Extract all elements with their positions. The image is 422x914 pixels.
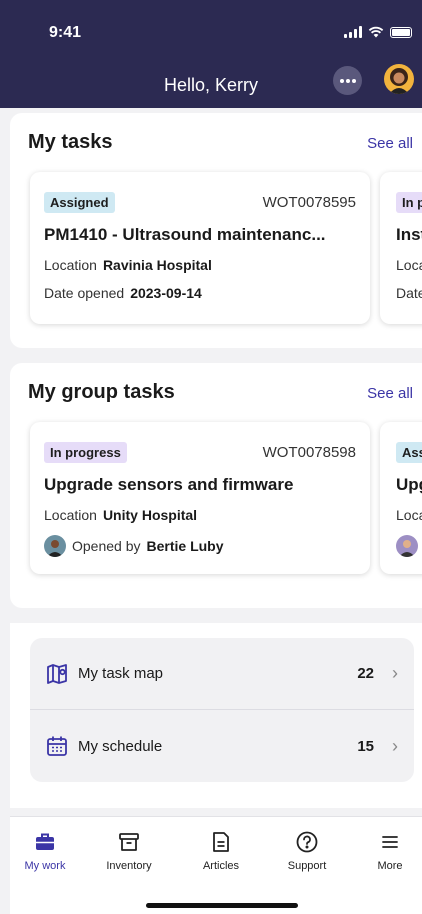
link-label: My schedule [78,737,163,755]
briefcase-icon [36,833,54,850]
link-count: 22 [357,665,374,682]
group-task-card-partial[interactable]: Ass Upg Loca [380,422,422,574]
chevron-right-icon: › [392,663,398,683]
person-avatar-icon [389,68,409,94]
date-label: Date [396,285,422,301]
see-all-link[interactable]: See all [367,385,413,402]
tab-label: Inventory [106,860,152,872]
status-badge: Assigned [44,192,115,213]
date-value: 2023-09-14 [130,285,202,301]
location-value: Ravinia Hospital [102,257,212,273]
tab-inventory[interactable]: Inventory [94,831,164,872]
person-avatar-icon [47,540,63,557]
user-avatar[interactable] [384,64,414,94]
dot-icon [339,78,344,83]
opener-avatar [396,535,418,557]
opened-by-value: Bertie Luby [146,538,224,554]
tab-my-work[interactable]: My work [10,831,80,872]
task-title: Inst [396,225,422,244]
date-label: Date opened [44,285,125,301]
opened-by-label: Opened by [72,538,141,554]
see-all-link[interactable]: See all [367,135,413,152]
group-task-card[interactable]: In progress WOT0078598 Upgrade sensors a… [30,422,370,574]
calendar-icon [47,736,67,756]
my-tasks-section: My tasks See all Assigned WOT0078595 PM1… [10,113,422,348]
link-count: 15 [357,737,374,755]
map-icon [47,663,67,684]
status-time: 9:41 [49,24,82,41]
tab-articles[interactable]: Articles [186,831,256,872]
location-label: Location [44,507,97,523]
hamburger-menu-icon [382,836,398,848]
signal-icon [344,26,362,38]
location-label: Location [44,257,97,273]
opener-avatar [44,535,66,557]
work-order-number: WOT0078595 [262,194,356,211]
location-label: Loca [396,507,422,523]
wifi-icon [368,26,384,38]
bottom-tab-bar: My work Inventory Articles Support More [10,816,422,914]
task-location: Location Unity Hospital [44,507,356,523]
app-header: 9:41 Hello, Kerry [0,0,422,108]
tab-label: Articles [202,860,240,872]
battery-icon [390,26,412,38]
tab-support[interactable]: Support [272,831,342,872]
status-badge: Ass [396,442,422,463]
task-card[interactable]: Assigned WOT0078595 PM1410 - Ultrasound … [30,172,370,324]
tab-label: Support [287,860,327,872]
task-title: PM1410 - Ultrasound maintenanc... [44,225,326,244]
location-value: Unity Hospital [102,507,198,523]
group-tasks-section: My group tasks See all In progress WOT00… [10,363,422,608]
more-options-button[interactable] [333,66,362,95]
status-badge: In p [396,192,422,213]
archive-box-icon [119,833,139,851]
task-title: Upg [396,475,422,494]
quick-links-panel: My task map 22 › My schedule 15 › [30,638,414,782]
dot-icon [345,78,350,83]
section-title: My group tasks [28,381,175,403]
task-card-partial[interactable]: In p Inst Loca Date [380,172,422,324]
opened-by [396,535,422,557]
dot-icon [351,78,356,83]
task-title: Upgrade sensors and firmware [44,475,294,494]
location-label: Loca [396,257,422,273]
status-badge: In progress [44,442,127,463]
schedule-link[interactable]: My schedule 15 › [30,710,414,782]
tab-label: My work [24,860,66,872]
section-title: My tasks [28,131,113,153]
status-icons [344,26,412,38]
work-order-number: WOT0078598 [262,444,356,461]
opened-by: Opened by Bertie Luby [44,535,356,557]
help-circle-icon [296,831,318,853]
home-indicator[interactable] [146,903,298,908]
tab-label: More [377,860,403,872]
task-date: Date opened 2023-09-14 [44,285,356,301]
task-location: Location Ravinia Hospital [44,257,356,273]
link-label: My task map [78,665,164,682]
task-map-link[interactable]: My task map 22 › [30,638,414,710]
document-icon [213,832,229,852]
person-avatar-icon [399,540,415,557]
tab-more[interactable]: More [355,831,422,872]
chevron-right-icon: › [392,735,398,756]
